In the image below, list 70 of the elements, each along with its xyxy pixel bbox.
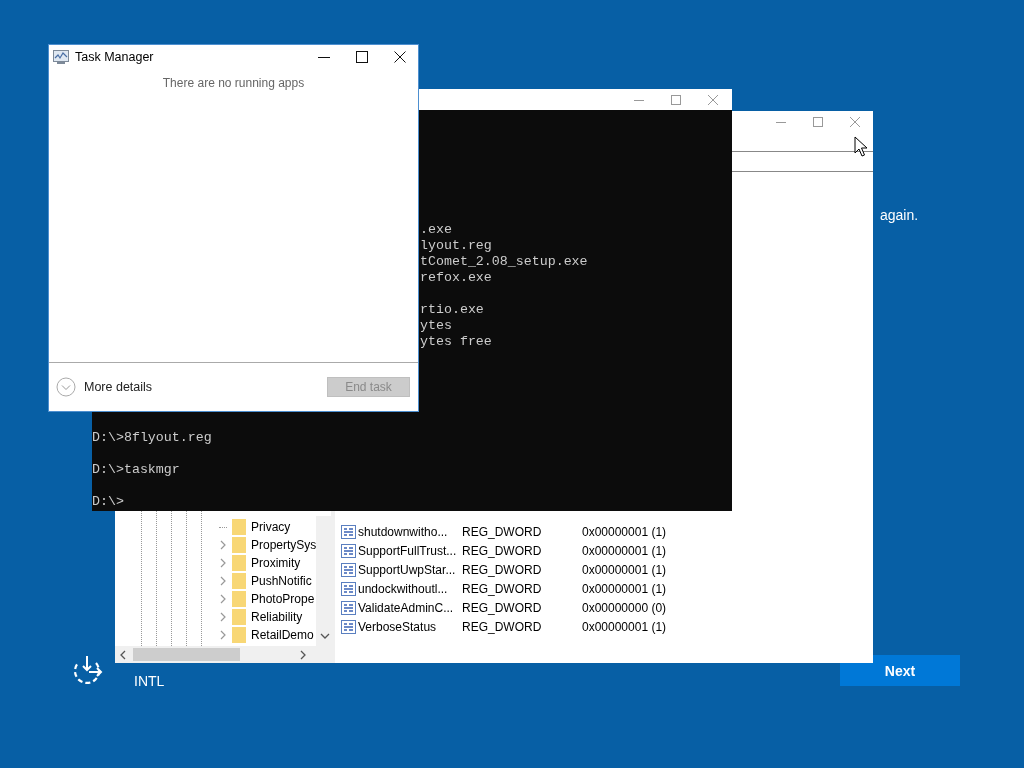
console-line: D:\>	[92, 494, 125, 510]
value-type: REG_DWORD	[462, 600, 543, 615]
console-line: D:\>taskmgr	[92, 462, 181, 478]
value-name[interactable]: shutdownwitho...	[358, 524, 462, 539]
value-data: 0x00000001 (1)	[582, 619, 667, 634]
tree-item[interactable]: RetailDemo	[251, 628, 314, 642]
console-line: ytes	[420, 318, 453, 334]
chevron-icon[interactable]	[219, 576, 227, 586]
value-data: 0x00000001 (1)	[582, 581, 667, 596]
scroll-right-icon[interactable]	[299, 649, 307, 660]
value-name[interactable]: VerboseStatus	[358, 619, 462, 634]
task-manager-icon	[53, 50, 69, 64]
folder-icon	[232, 555, 246, 571]
tree-item[interactable]: PropertySys	[251, 538, 317, 552]
vertical-scrollbar[interactable]	[316, 516, 334, 646]
console-line: D:\>8flyout.reg	[92, 430, 213, 446]
folder-icon	[232, 519, 246, 535]
chevron-icon[interactable]	[219, 540, 227, 550]
scroll-down-icon[interactable]	[319, 632, 330, 640]
tree-item[interactable]: Proximity	[251, 556, 301, 570]
value-name[interactable]: ValidateAdminC...	[358, 600, 462, 615]
value-type: REG_DWORD	[462, 524, 543, 539]
value-data: 0x00000001 (1)	[582, 543, 667, 558]
console-line: refox.exe	[420, 270, 493, 286]
value-type: REG_DWORD	[462, 562, 543, 577]
chevron-icon[interactable]	[219, 612, 227, 622]
value-type: REG_DWORD	[462, 543, 543, 558]
maximize-icon[interactable]	[356, 51, 368, 63]
registry-value-icon	[341, 562, 356, 577]
folder-icon	[232, 627, 246, 643]
message-text: again.	[880, 207, 919, 223]
registry-value-icon	[341, 600, 356, 615]
folder-icon	[232, 573, 246, 589]
folder-icon	[232, 609, 246, 625]
close-icon[interactable]	[394, 51, 406, 63]
chevron-icon[interactable]	[219, 594, 227, 604]
console-line: rtio.exe	[420, 302, 485, 318]
console-line: ytes free	[420, 334, 493, 350]
window-title: Task Manager	[75, 50, 154, 64]
chevron-icon[interactable]	[219, 558, 227, 568]
registry-value-icon	[341, 581, 356, 596]
registry-value-icon	[341, 619, 356, 634]
value-type: REG_DWORD	[462, 581, 543, 596]
value-data: 0x00000000 (0)	[582, 600, 667, 615]
tree-item[interactable]: Privacy	[251, 520, 291, 534]
value-type: REG_DWORD	[462, 619, 543, 634]
value-name[interactable]: undockwithoutl...	[358, 581, 462, 596]
more-details-link[interactable]: More details	[84, 380, 153, 394]
chevron-icon[interactable]	[219, 630, 227, 640]
tree-item[interactable]: PushNotific	[251, 574, 312, 588]
value-name[interactable]: SupportFullTrust...	[358, 543, 462, 558]
folder-icon	[232, 591, 246, 607]
folder-icon	[232, 537, 246, 553]
tree-item[interactable]: PhotoPrope	[251, 592, 315, 606]
value-data: 0x00000001 (1)	[582, 562, 667, 577]
keyboard-layout-label: INTL	[134, 673, 165, 689]
expand-icon[interactable]	[56, 377, 76, 397]
empty-message: There are no running apps	[162, 76, 305, 92]
tree-item[interactable]: Reliability	[251, 610, 303, 624]
value-name[interactable]: SupportUwpStar...	[358, 562, 462, 577]
scrollbar-thumb[interactable]	[133, 648, 240, 661]
console-line: tComet_2.08_setup.exe	[420, 254, 589, 270]
registry-value-icon	[341, 543, 356, 558]
console-line: .exe	[420, 222, 453, 238]
next-button[interactable]: Next	[840, 655, 960, 686]
console-line: lyout.reg	[420, 238, 493, 254]
value-data: 0x00000001 (1)	[582, 524, 667, 539]
horizontal-scrollbar[interactable]	[115, 646, 331, 663]
registry-value-icon	[341, 524, 356, 539]
scroll-left-icon[interactable]	[119, 649, 127, 660]
